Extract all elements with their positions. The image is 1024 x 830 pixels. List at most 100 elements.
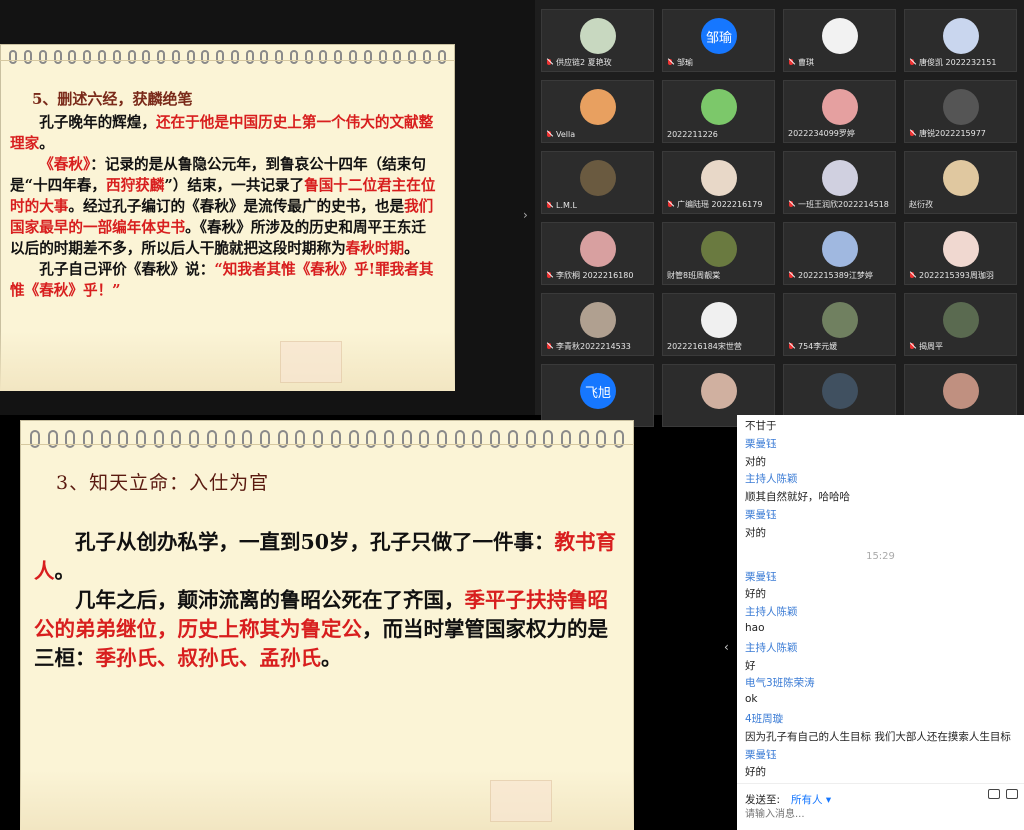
- ring-binding: [171, 50, 180, 64]
- avatar: [701, 231, 737, 267]
- participant-tile[interactable]: 邹瑜 邹瑜: [662, 9, 775, 72]
- participant-name: 一班王润欣2022214518: [788, 199, 891, 210]
- chat-sender-name[interactable]: 主持人陈颖: [745, 604, 798, 619]
- avatar: [943, 89, 979, 125]
- ring-binding: [454, 430, 465, 448]
- participant-tile[interactable]: 李青秋2022214533: [541, 293, 654, 356]
- ring-binding: [224, 430, 235, 448]
- ring-binding: [383, 430, 394, 448]
- ring-binding: [334, 50, 343, 64]
- mic-muted-icon: [546, 201, 553, 210]
- participant-name: 赵衍孜: [909, 200, 933, 209]
- participant-name: 754李元媛: [788, 341, 891, 352]
- chat-message-text: 因为孔子有自己的人生目标 我们大部人还在摸索人生目标: [745, 730, 1011, 743]
- participant-name: 2022216184宋世营: [667, 342, 742, 351]
- ring-binding: [578, 430, 589, 448]
- avatar: [701, 302, 737, 338]
- participant-tile[interactable]: 飞旭: [541, 364, 654, 427]
- ring-binding: [313, 430, 324, 448]
- avatar: [822, 89, 858, 125]
- chat-sender-name[interactable]: 栗曼钰: [745, 569, 777, 584]
- participant-name: 广编陆瑶 2022216179: [667, 199, 770, 210]
- chat-sender-name[interactable]: 主持人陈颖: [745, 640, 798, 655]
- chat-sender-name[interactable]: 主持人陈颖: [745, 471, 798, 486]
- chat-message-text: 好的: [745, 766, 766, 779]
- avatar: [580, 160, 616, 196]
- ring-binding: [260, 50, 269, 64]
- ring-binding: [189, 430, 200, 448]
- ring-binding: [472, 430, 483, 448]
- decorative-house: [280, 341, 342, 383]
- avatar: [822, 231, 858, 267]
- chat-sender-name[interactable]: 栗曼钰: [745, 507, 777, 522]
- participant-tile[interactable]: 754李元媛: [783, 293, 896, 356]
- participant-tile[interactable]: 李欣桐 2022216180: [541, 222, 654, 285]
- participant-tile[interactable]: 财管8班周靓棠: [662, 222, 775, 285]
- ring-binding: [136, 430, 147, 448]
- ring-binding: [363, 50, 372, 64]
- participant-tile[interactable]: 曹琪: [783, 9, 896, 72]
- participant-tile[interactable]: L.M.L: [541, 151, 654, 214]
- mic-muted-icon: [667, 58, 674, 67]
- participant-tile[interactable]: Vella: [541, 80, 654, 143]
- folder-icon[interactable]: [988, 789, 1000, 799]
- chat-sender-name[interactable]: 栗曼钰: [745, 747, 777, 762]
- chevron-right-icon[interactable]: ›: [523, 208, 528, 222]
- participant-name: 李欣桐 2022216180: [546, 270, 649, 281]
- slide-bottom-heading: 3、知天立命：入仕为官: [56, 472, 270, 494]
- notebook-rings: [20, 430, 634, 448]
- ring-binding: [507, 430, 518, 448]
- ring-binding: [419, 430, 430, 448]
- participant-tile[interactable]: 唐俊凯 2022232151: [904, 9, 1017, 72]
- chat-message-text: ok: [745, 693, 758, 706]
- participant-tile[interactable]: 2022234099罗婷: [783, 80, 896, 143]
- participant-tile[interactable]: 赵衍孜: [904, 151, 1017, 214]
- chat-sender-name[interactable]: 栗曼钰: [745, 436, 777, 451]
- chat-panel: 不甘于 栗曼钰 对的 主持人陈颖 顺其自然就好，哈哈哈 栗曼钰 对的 15:29 栗曼钰 好的 主持…: [737, 415, 1024, 830]
- send-to-dropdown[interactable]: 所有人 ▾: [791, 792, 831, 807]
- avatar: [580, 18, 616, 54]
- participant-tile[interactable]: 唐锐2022215977: [904, 80, 1017, 143]
- ring-binding: [560, 430, 571, 448]
- chat-sender-name[interactable]: 4班周璇: [745, 711, 783, 726]
- ring-binding: [304, 50, 313, 64]
- chat-message-text: 好的: [745, 588, 766, 601]
- chat-sender-name[interactable]: 电气3班陈荣涛: [745, 675, 815, 690]
- mic-muted-icon: [909, 271, 916, 280]
- ring-binding: [259, 430, 270, 448]
- avatar: [580, 302, 616, 338]
- ring-binding: [83, 50, 92, 64]
- slide-top-body: 孔子晚年的辉煌，还在于他是中国历史上第一个伟大的文献整理家。 《春秋》：记录的是…: [10, 114, 436, 299]
- participant-name: 曹琪: [788, 57, 891, 68]
- participant-tile[interactable]: 供应链2 夏艳玫: [541, 9, 654, 72]
- ring-binding: [9, 50, 18, 64]
- participant-name: 邹瑜: [667, 57, 770, 68]
- ring-binding: [216, 50, 225, 64]
- screenshot-icon[interactable]: [1006, 789, 1018, 799]
- slide-bottom: 3、知天立命：入仕为官 孔子从创办私学，一直到50岁，孔子只做了一件事：教书育人…: [20, 420, 634, 830]
- participant-tile[interactable]: 2022215393周珈羽: [904, 222, 1017, 285]
- ring-binding: [289, 50, 298, 64]
- mic-muted-icon: [546, 342, 553, 351]
- participant-tile[interactable]: 广编陆瑶 2022216179: [662, 151, 775, 214]
- participant-tile[interactable]: 一班王润欣2022214518: [783, 151, 896, 214]
- ring-binding: [348, 50, 357, 64]
- ring-binding: [596, 430, 607, 448]
- avatar: 飞旭: [580, 373, 616, 409]
- slide-top: 5、删述六经，获麟绝笔 孔子晚年的辉煌，还在于他是中国历史上第一个伟大的文献整理…: [0, 44, 455, 391]
- chat-input[interactable]: [743, 808, 977, 821]
- participant-tile[interactable]: 2022215389江梦婷: [783, 222, 896, 285]
- participant-tile[interactable]: 2022216184宋世营: [662, 293, 775, 356]
- participant-tile[interactable]: 2022211226: [662, 80, 775, 143]
- participant-name: 2022215393周珈羽: [909, 270, 1012, 281]
- chat-message-text: 顺其自然就好，哈哈哈: [745, 491, 850, 504]
- ring-binding: [112, 50, 121, 64]
- participant-name: 2022215389江梦婷: [788, 270, 891, 281]
- decorative-house: [490, 780, 552, 822]
- participant-tile[interactable]: 揭周平: [904, 293, 1017, 356]
- mic-muted-icon: [909, 129, 916, 138]
- chevron-left-icon[interactable]: ‹: [724, 640, 729, 654]
- ring-binding: [330, 430, 341, 448]
- chat-footer: 发送至: 所有人 ▾: [737, 783, 1024, 830]
- ring-binding: [97, 50, 106, 64]
